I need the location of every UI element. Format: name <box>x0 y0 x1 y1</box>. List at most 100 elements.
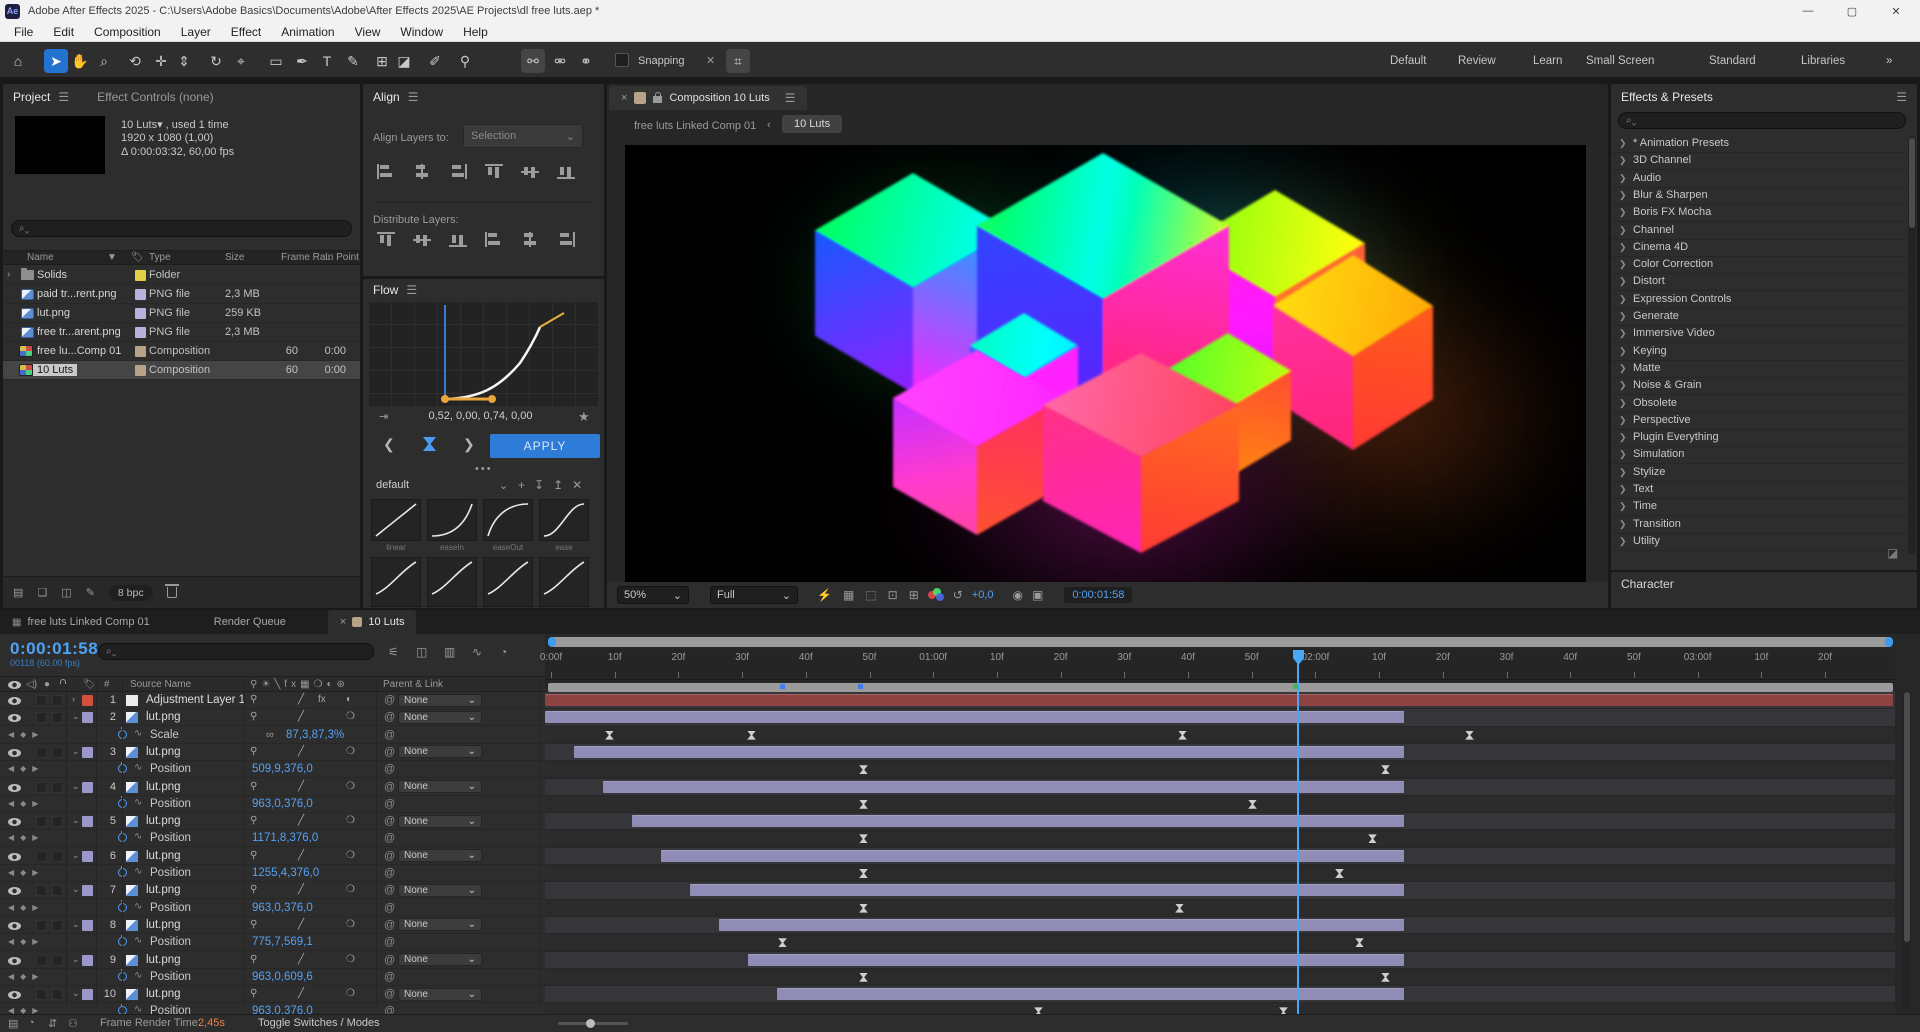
align-left-button[interactable] <box>377 164 395 182</box>
time-ruler[interactable]: 0:00f10f20f30f40f50f01:00f10f20f30f40f50… <box>545 649 1895 680</box>
switch-icon[interactable]: fx <box>318 694 326 705</box>
property-row-position-3[interactable]: ◀◆▶∿Position509,9,376,0@ <box>0 761 545 778</box>
shape-tool-a[interactable]: ⚯ <box>521 49 545 73</box>
keyframe-navigator[interactable]: ◀◆▶ <box>8 730 44 739</box>
effects-category-matte[interactable]: ❯Matte <box>1611 361 1907 378</box>
switch-icon[interactable]: ⚲ <box>250 694 257 705</box>
exposure-value[interactable]: +0,0 <box>972 589 994 601</box>
menu-layer[interactable]: Layer <box>171 25 221 39</box>
delete-item-icon[interactable] <box>167 587 177 598</box>
effects-category-channel[interactable]: ❯Channel <box>1611 223 1907 240</box>
workspace-small-screen[interactable]: Small Screen <box>1580 49 1660 73</box>
parent-dropdown[interactable]: None⌄ <box>398 988 482 1001</box>
track-row-property-3[interactable] <box>545 761 1895 777</box>
property-name[interactable]: Position <box>150 867 191 879</box>
effects-category-perspective[interactable]: ❯Perspective <box>1611 413 1907 430</box>
layer-name[interactable]: lut.png <box>146 711 181 723</box>
draft-3d-icon[interactable]: ◫ <box>416 645 427 659</box>
layer-duration-bar[interactable] <box>574 746 1404 758</box>
switch-icon[interactable]: ╱ <box>298 850 304 861</box>
preset-easeIn[interactable] <box>427 499 477 541</box>
solo-checkbox[interactable] <box>52 695 63 706</box>
effects-category-transition[interactable]: ❯Transition <box>1611 517 1907 534</box>
keyframe-icon[interactable] <box>1368 834 1377 843</box>
label-swatch[interactable] <box>135 270 146 281</box>
property-pickwhip-icon[interactable]: @ <box>384 867 395 879</box>
layer-name[interactable]: lut.png <box>146 850 181 862</box>
solo-checkbox[interactable] <box>52 955 63 966</box>
keyframe-icon[interactable] <box>1335 869 1344 878</box>
effects-category-distort[interactable]: ❯Distort <box>1611 274 1907 291</box>
layer-name[interactable]: lut.png <box>146 919 181 931</box>
audio-checkbox[interactable] <box>36 816 47 827</box>
track-row-property-8[interactable] <box>545 934 1895 950</box>
align-top-button[interactable] <box>485 164 503 182</box>
project-bit-depth[interactable]: 8 bpc <box>109 585 153 601</box>
keyframe-icon[interactable] <box>1248 800 1257 809</box>
property-value[interactable]: 87,3,87,3% <box>286 729 344 741</box>
toggle-switches-modes-button[interactable]: Toggle Switches / Modes <box>258 1017 380 1029</box>
solo-checkbox[interactable] <box>52 712 63 723</box>
property-value[interactable]: 1171,8,376,0 <box>252 832 318 844</box>
magnification-dropdown[interactable]: 50%⌄ <box>617 586 689 604</box>
property-name[interactable]: Position <box>150 971 191 983</box>
composition-canvas[interactable] <box>625 145 1586 582</box>
parent-pickwhip-icon[interactable]: @ <box>384 954 395 966</box>
property-name[interactable]: Scale <box>150 729 179 741</box>
switch-icon[interactable]: ❍ <box>346 746 355 757</box>
keyframe-icon[interactable] <box>778 938 787 947</box>
new-folder-icon[interactable]: ❏ <box>37 586 47 599</box>
align-panel-menu-icon[interactable]: ☰ <box>408 90 419 104</box>
keyframe-icon[interactable] <box>859 834 868 843</box>
layer-name[interactable]: lut.png <box>146 815 181 827</box>
preset-easeOut[interactable] <box>483 499 533 541</box>
timeline-search-input[interactable]: ⌕⌄ <box>98 643 374 660</box>
next-preset-icon[interactable]: ❯ <box>463 436 475 453</box>
label-swatch[interactable] <box>135 365 146 376</box>
switch-icon[interactable]: ❍ <box>346 884 355 895</box>
property-pickwhip-icon[interactable]: @ <box>384 936 395 948</box>
switch-icon[interactable]: ╱ <box>298 711 304 722</box>
audio-checkbox[interactable] <box>36 885 47 896</box>
layer-row-10[interactable]: ⌄10lut.png⚲╱❍@None⌄ <box>0 986 545 1003</box>
parent-pickwhip-icon[interactable]: @ <box>384 988 395 1000</box>
layer-row-8[interactable]: ⌄8lut.png⚲╱❍@None⌄ <box>0 917 545 934</box>
track-row-layer-9[interactable] <box>545 952 1895 968</box>
switch-icon[interactable]: ⚲ <box>250 815 257 826</box>
viewer-timecode[interactable]: 0:00:01:58 <box>1064 587 1132 603</box>
snapping-checkbox[interactable] <box>615 53 629 67</box>
property-pickwhip-icon[interactable]: @ <box>384 729 395 741</box>
graph-icon[interactable]: ∿ <box>134 762 142 773</box>
effects-category-obsolete[interactable]: ❯Obsolete <box>1611 396 1907 413</box>
solo-checkbox[interactable] <box>52 747 63 758</box>
audio-checkbox[interactable] <box>36 989 47 1000</box>
dist-top-button[interactable] <box>377 232 395 250</box>
layer-row-1[interactable]: ›1Adjustment Layer 1⚲╱fx◐@None⌄ <box>0 692 545 709</box>
parent-pickwhip-icon[interactable]: @ <box>384 746 395 758</box>
parent-link-column[interactable]: Parent & Link <box>383 679 443 690</box>
effects-category-stylize[interactable]: ❯Stylize <box>1611 465 1907 482</box>
timeline-tab-10-luts[interactable]: ×10 Luts <box>328 610 417 634</box>
layer-duration-bar[interactable] <box>661 850 1404 862</box>
tab-close-icon[interactable]: × <box>340 616 346 628</box>
grid-guides-icon[interactable]: ⊞ <box>909 588 919 602</box>
keyframe-navigator[interactable]: ◀◆▶ <box>8 799 44 808</box>
delete-preset-icon[interactable]: ✕ <box>572 478 582 492</box>
parent-dropdown[interactable]: None⌄ <box>398 849 482 862</box>
layer-duration-bar[interactable] <box>777 988 1404 1000</box>
fast-preview-icon[interactable]: ⚡ <box>817 588 832 602</box>
layer-name[interactable]: lut.png <box>146 746 181 758</box>
project-search-input[interactable]: ⌕⌄ <box>11 220 352 237</box>
layer-row-5[interactable]: ⌄5lut.png⚲╱❍@None⌄ <box>0 813 545 830</box>
workspace-default[interactable]: Default <box>1384 49 1432 73</box>
expander-icon[interactable]: › <box>72 694 75 704</box>
tab-project[interactable]: Project <box>13 90 50 104</box>
parent-dropdown[interactable]: None⌄ <box>398 780 482 793</box>
dist-right-button[interactable] <box>557 232 575 250</box>
graph-icon[interactable]: ∿ <box>134 935 142 946</box>
playhead-line[interactable] <box>1297 650 1299 1014</box>
menu-animation[interactable]: Animation <box>271 25 344 39</box>
new-animation-preset-icon[interactable]: ◪ <box>1887 546 1898 560</box>
menu-file[interactable]: File <box>4 25 43 39</box>
layer-label-swatch[interactable] <box>82 955 93 966</box>
